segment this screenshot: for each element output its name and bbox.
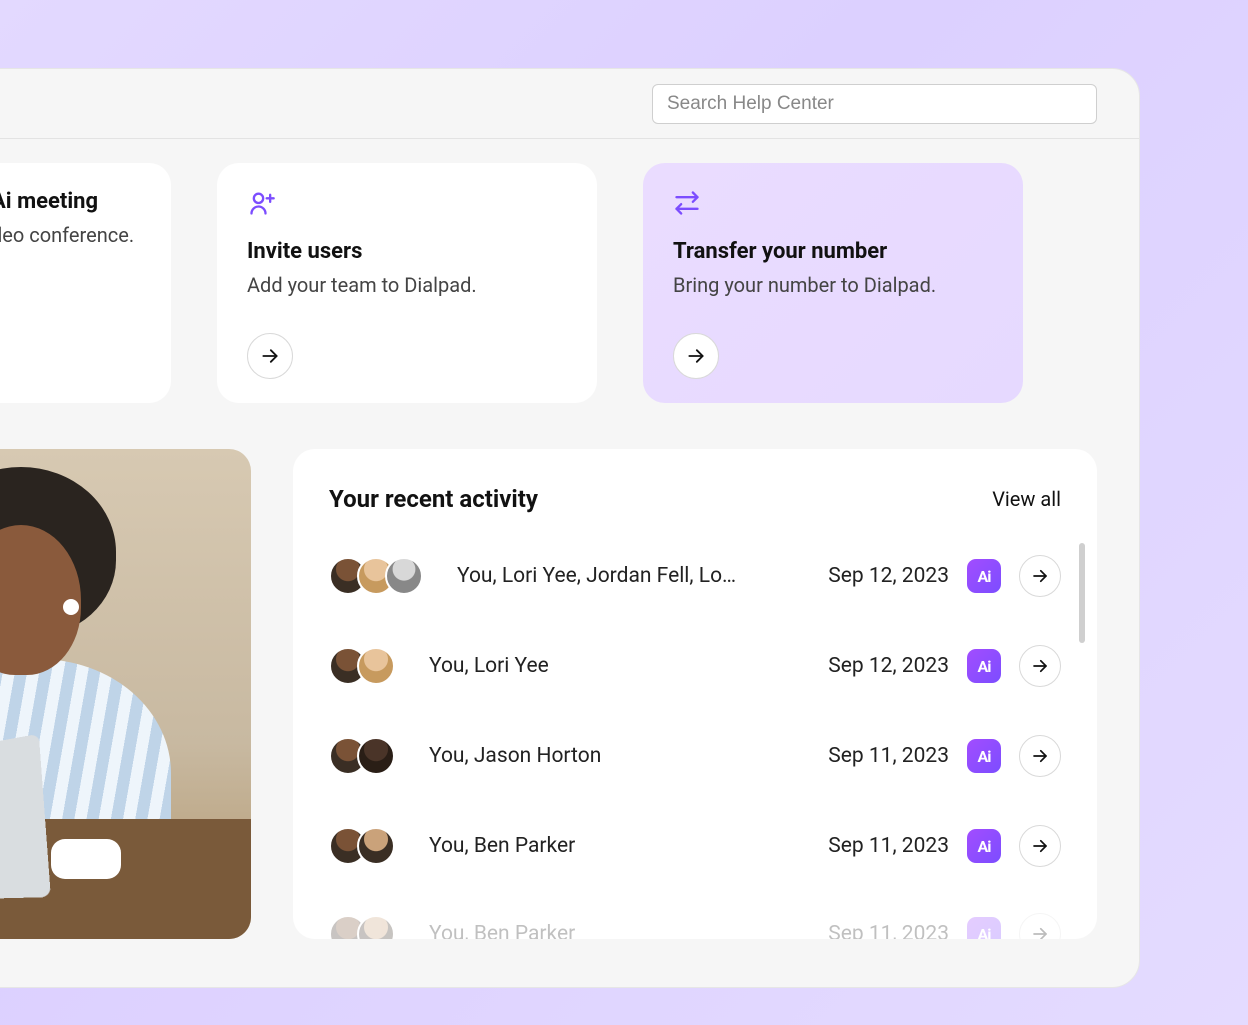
participants-label: You, Jason Horton bbox=[413, 744, 781, 768]
date-label: Sep 12, 2023 bbox=[799, 564, 949, 588]
ai-badge-icon: Ai bbox=[967, 829, 1001, 863]
avatar-stack bbox=[329, 647, 395, 685]
avatar bbox=[385, 557, 423, 595]
avatar bbox=[357, 737, 395, 775]
card-subtitle: Bring your number to Dialpad. bbox=[673, 272, 993, 299]
ai-badge-icon: Ai bbox=[967, 559, 1001, 593]
avatar bbox=[357, 915, 395, 939]
card-invite-users[interactable]: Invite users Add your team to Dialpad. bbox=[217, 163, 597, 403]
open-row-button[interactable] bbox=[1019, 645, 1061, 687]
search-input[interactable] bbox=[652, 84, 1097, 124]
participants-label: You, Lori Yee, Jordan Fell, Lo… bbox=[441, 564, 781, 588]
lower-section: Your recent activity View all You, Lori … bbox=[0, 403, 1139, 939]
avatar-stack bbox=[329, 557, 423, 595]
card-subtitle: Add your team to Dialpad. bbox=[247, 272, 567, 299]
avatar bbox=[357, 647, 395, 685]
ai-badge-icon: Ai bbox=[967, 917, 1001, 939]
participants-label: You, Ben Parker bbox=[413, 834, 781, 858]
open-row-button[interactable] bbox=[1019, 555, 1061, 597]
date-label: Sep 11, 2023 bbox=[799, 744, 949, 768]
activity-row[interactable]: You, Ben Parker Sep 11, 2023 Ai bbox=[329, 889, 1061, 939]
scrollbar[interactable] bbox=[1079, 543, 1085, 643]
section-heading: Your recent activity bbox=[329, 485, 538, 513]
card-go-button[interactable] bbox=[247, 333, 293, 379]
action-cards-row: Ai meeting deo conference. Invite users … bbox=[0, 139, 1139, 403]
open-row-button[interactable] bbox=[1019, 825, 1061, 867]
activity-row[interactable]: You, Lori Yee, Jordan Fell, Lo… Sep 12, … bbox=[329, 531, 1061, 621]
card-subtitle: deo conference. bbox=[0, 222, 141, 249]
activity-row[interactable]: You, Lori Yee Sep 12, 2023 Ai bbox=[329, 621, 1061, 711]
activity-row[interactable]: You, Ben Parker Sep 11, 2023 Ai bbox=[329, 801, 1061, 891]
date-label: Sep 11, 2023 bbox=[799, 922, 949, 939]
open-row-button[interactable] bbox=[1019, 735, 1061, 777]
avatar-stack bbox=[329, 737, 395, 775]
activity-row[interactable]: You, Jason Horton Sep 11, 2023 Ai bbox=[329, 711, 1061, 801]
transfer-arrows-icon bbox=[673, 189, 993, 221]
promo-image bbox=[0, 449, 251, 939]
card-title: Ai meeting bbox=[0, 189, 141, 214]
avatar-stack bbox=[329, 827, 395, 865]
card-go-button[interactable] bbox=[673, 333, 719, 379]
recent-activity-card: Your recent activity View all You, Lori … bbox=[293, 449, 1097, 939]
card-title: Invite users bbox=[247, 239, 567, 264]
card-title: Transfer your number bbox=[673, 239, 993, 264]
user-plus-icon bbox=[247, 189, 567, 221]
date-label: Sep 12, 2023 bbox=[799, 654, 949, 678]
header-bar bbox=[0, 69, 1139, 139]
date-label: Sep 11, 2023 bbox=[799, 834, 949, 858]
view-all-link[interactable]: View all bbox=[992, 487, 1061, 511]
ai-badge-icon: Ai bbox=[967, 739, 1001, 773]
app-window: Ai meeting deo conference. Invite users … bbox=[0, 68, 1140, 988]
open-row-button[interactable] bbox=[1019, 913, 1061, 939]
card-ai-meeting[interactable]: Ai meeting deo conference. bbox=[0, 163, 171, 403]
participants-label: You, Lori Yee bbox=[413, 654, 781, 678]
avatar-stack bbox=[329, 915, 395, 939]
ai-badge-icon: Ai bbox=[967, 649, 1001, 683]
avatar bbox=[357, 827, 395, 865]
card-transfer-number[interactable]: Transfer your number Bring your number t… bbox=[643, 163, 1023, 403]
participants-label: You, Ben Parker bbox=[413, 922, 781, 939]
